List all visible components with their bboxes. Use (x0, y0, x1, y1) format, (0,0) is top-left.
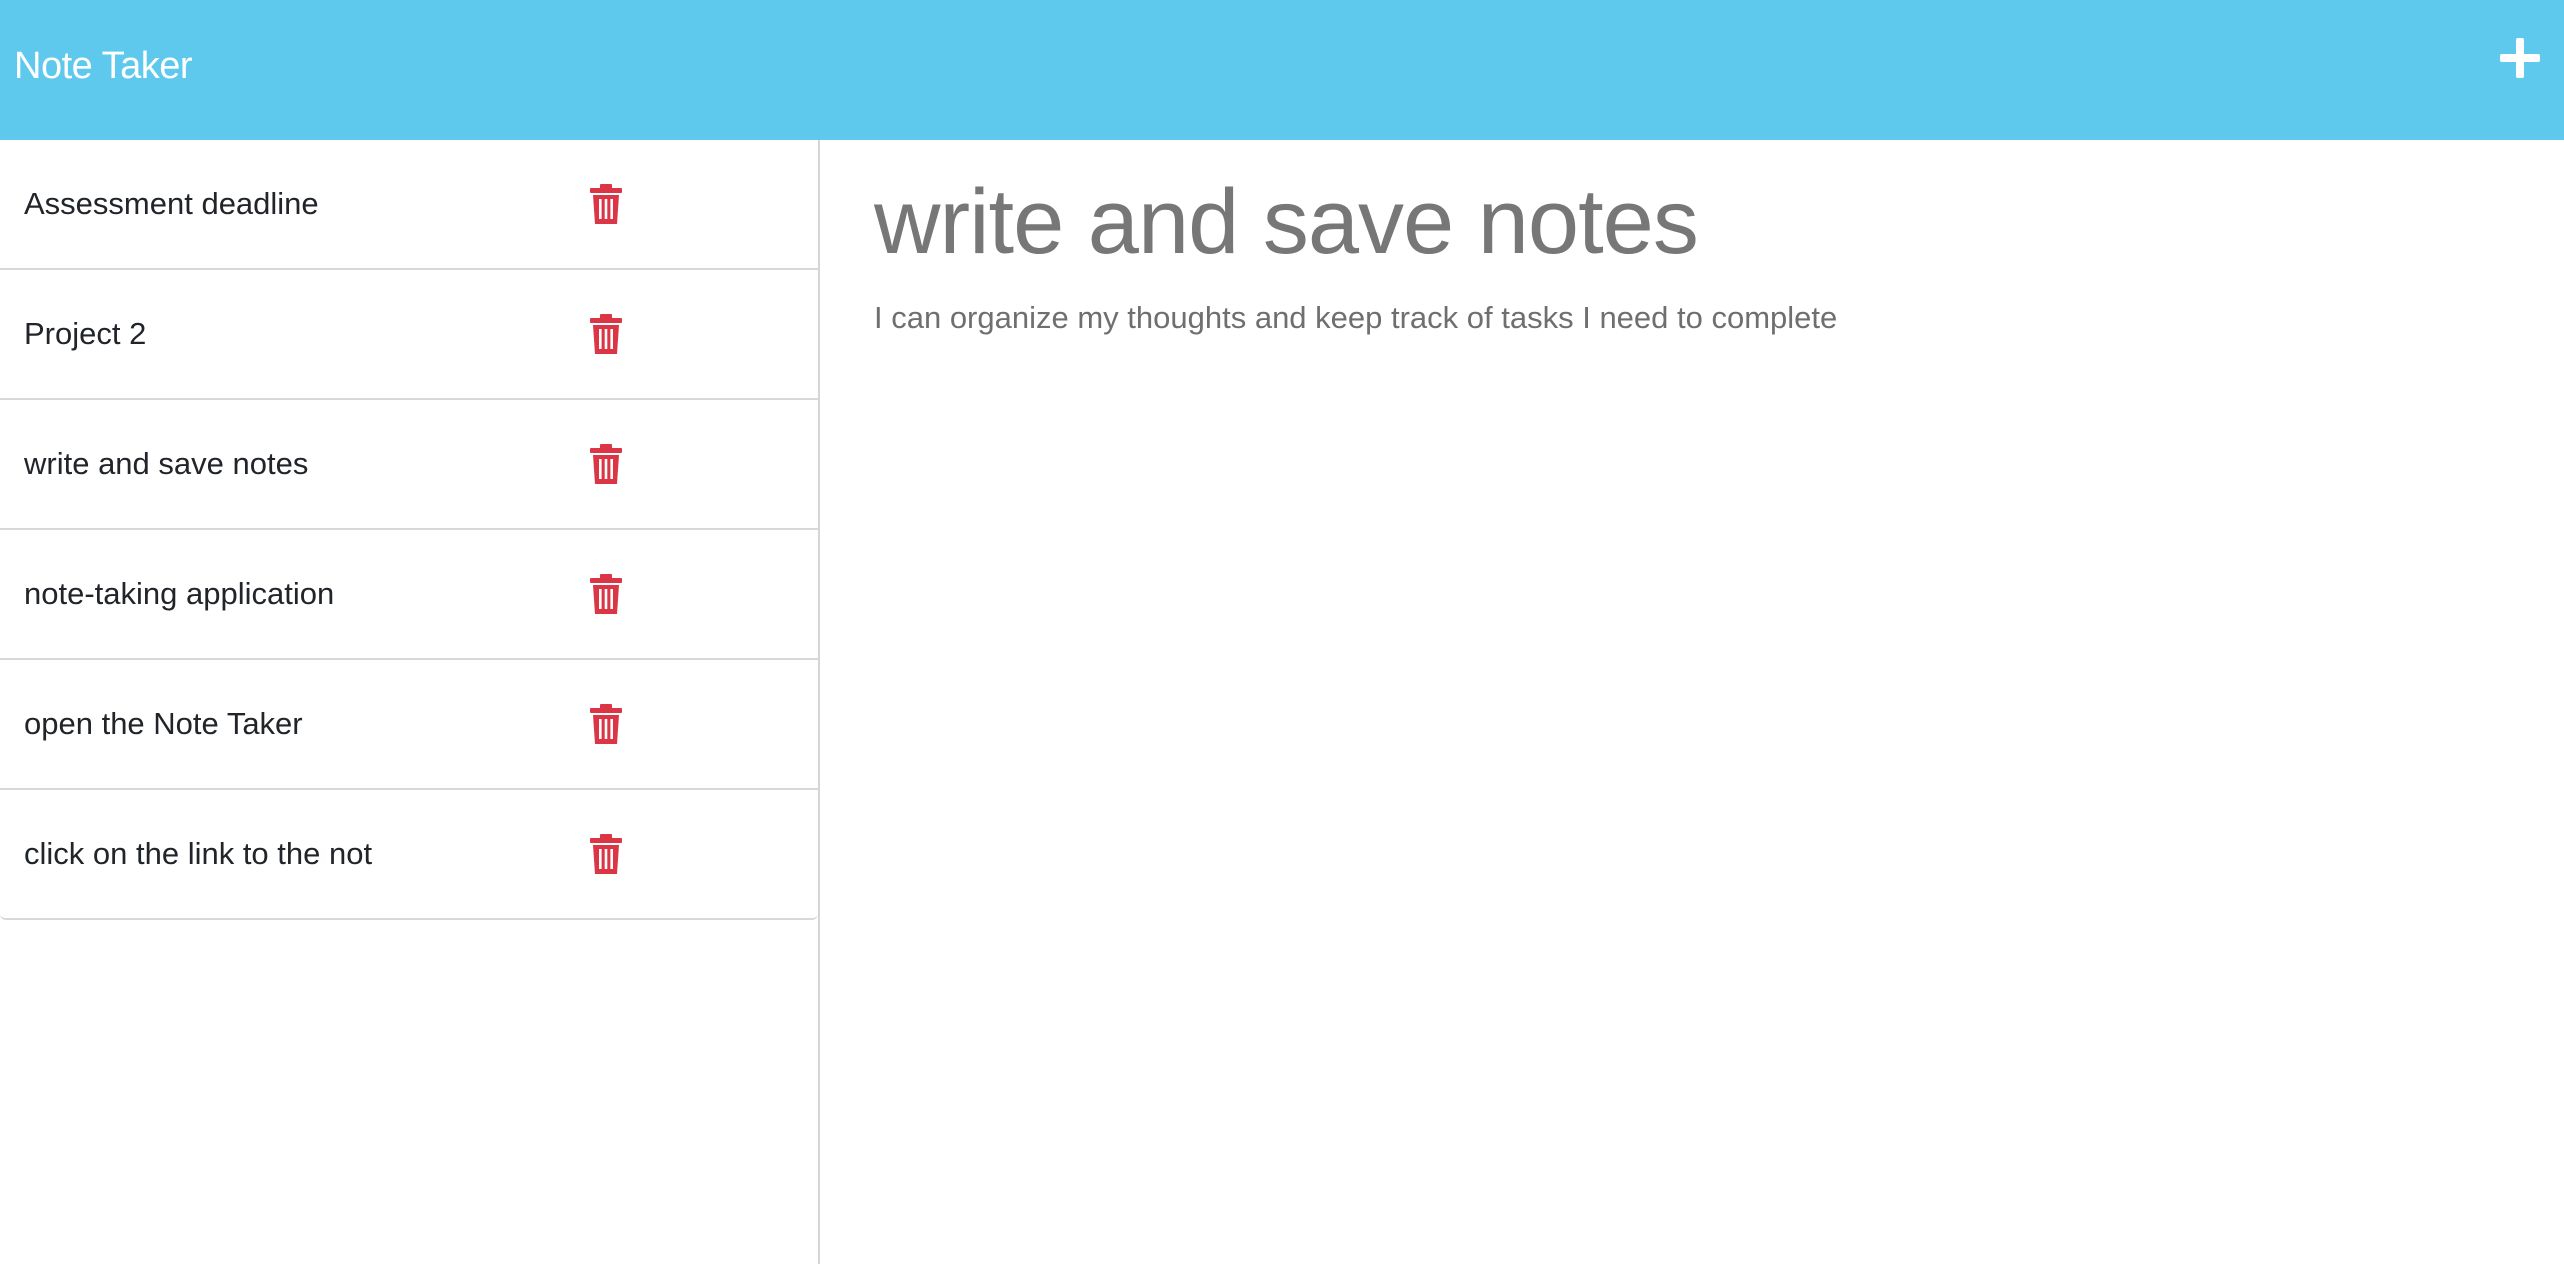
brand-title[interactable]: Note Taker (14, 45, 193, 88)
list-item[interactable]: write and save notes (0, 398, 818, 528)
note-list-title[interactable]: note-taking application (24, 576, 334, 612)
note-editor: write and save notes I can organize my t… (822, 140, 2564, 1264)
trash-icon[interactable] (590, 704, 622, 744)
note-list-title[interactable]: Project 2 (24, 316, 146, 352)
note-title-field[interactable]: write and save notes (874, 170, 1699, 275)
plus-icon (2500, 38, 2540, 78)
list-item[interactable]: Project 2 (0, 268, 818, 398)
trash-icon[interactable] (590, 574, 622, 614)
note-list: Assessment deadline Project 2 write and … (0, 140, 818, 920)
trash-icon[interactable] (590, 834, 622, 874)
list-item[interactable]: open the Note Taker (0, 658, 818, 788)
list-item[interactable]: note-taking application (0, 528, 818, 658)
list-item[interactable]: Assessment deadline (0, 140, 818, 268)
navbar: Note Taker (0, 0, 2564, 140)
trash-icon[interactable] (590, 314, 622, 354)
list-item[interactable]: click on the link to the not (0, 788, 818, 918)
note-list-title[interactable]: open the Note Taker (24, 706, 303, 742)
trash-icon[interactable] (590, 184, 622, 224)
new-note-button[interactable] (2494, 32, 2546, 84)
note-list-title[interactable]: write and save notes (24, 446, 308, 482)
note-text-area[interactable]: I can organize my thoughts and keep trac… (874, 300, 1837, 336)
note-list-title[interactable]: Assessment deadline (24, 186, 319, 222)
note-list-title[interactable]: click on the link to the not (24, 836, 372, 872)
notes-sidebar: Assessment deadline Project 2 write and … (0, 140, 820, 1264)
trash-icon[interactable] (590, 444, 622, 484)
